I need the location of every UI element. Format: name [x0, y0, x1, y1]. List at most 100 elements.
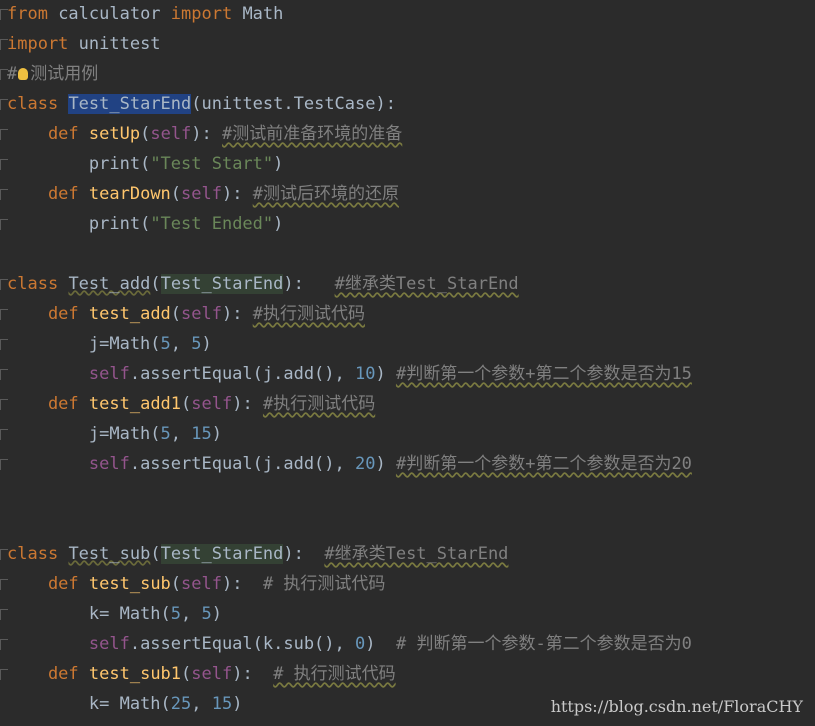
- code-token: ): [201, 334, 212, 354]
- code-token: (: [160, 604, 171, 624]
- code-line[interactable]: [0, 480, 815, 510]
- code-token: ,: [191, 694, 212, 714]
- code-line[interactable]: class Test_add(Test_StarEnd): #继承类Test_S…: [0, 270, 815, 300]
- code-token: self: [7, 634, 130, 654]
- code-text: print("Test Start"): [7, 150, 284, 178]
- code-line[interactable]: self.assertEqual(k.sub(), 0) # 判断第一个参数-第…: [0, 630, 815, 660]
- code-token: 5: [201, 604, 212, 624]
- code-token: self: [181, 184, 222, 204]
- code-token: ):: [232, 394, 263, 414]
- code-token: #继承类Test_StarEnd: [324, 544, 509, 564]
- code-token: #继承类Test_StarEnd: [334, 274, 519, 294]
- code-text: self.assertEqual(j.add(), 10) #判断第一个参数+第…: [7, 360, 692, 388]
- code-token: self: [7, 364, 130, 384]
- code-token: # 执行测试代码: [262, 574, 386, 594]
- code-token: from: [7, 4, 48, 24]
- lightbulb-icon[interactable]: [18, 68, 29, 80]
- code-text: def test_sub1(self): # 执行测试代码: [7, 660, 396, 688]
- code-token: ): [211, 604, 223, 624]
- code-token: def: [7, 124, 79, 144]
- code-token: ): [273, 214, 284, 234]
- code-token: self: [181, 574, 222, 594]
- code-token: test_add1: [88, 394, 182, 414]
- code-line[interactable]: print("Test Ended"): [0, 210, 815, 240]
- code-token: ,: [170, 334, 192, 354]
- code-token: .assertEqual(j.add(),: [129, 364, 355, 384]
- code-line[interactable]: j=Math(5, 5): [0, 330, 815, 360]
- code-line[interactable]: def setUp(self): #测试前准备环境的准备: [0, 120, 815, 150]
- code-text: self.assertEqual(k.sub(), 0) # 判断第一个参数-第…: [7, 630, 692, 658]
- code-line[interactable]: self.assertEqual(j.add(), 20) #判断第一个参数+第…: [0, 450, 815, 480]
- code-text: j=Math(5, 5): [7, 330, 212, 358]
- code-token: ): [365, 634, 396, 654]
- code-token: ):: [222, 304, 253, 324]
- code-line[interactable]: def test_sub1(self): # 执行测试代码: [0, 660, 815, 690]
- code-token: .assertEqual(j.add(),: [129, 454, 355, 474]
- code-text: class Test_sub(Test_StarEnd): #继承类Test_S…: [7, 540, 508, 568]
- code-token: Test_add: [68, 274, 151, 294]
- code-token: (: [150, 274, 161, 294]
- code-line[interactable]: def tearDown(self): #测试后环境的还原: [0, 180, 815, 210]
- code-token: k= Math: [7, 604, 161, 624]
- code-token: (: [140, 124, 151, 144]
- code-line[interactable]: def test_add(self): #执行测试代码: [0, 300, 815, 330]
- code-token: test_sub1: [88, 664, 182, 684]
- code-token: (: [170, 184, 182, 204]
- code-line[interactable]: self.assertEqual(j.add(), 10) #判断第一个参数+第…: [0, 360, 815, 390]
- code-token: (: [150, 334, 161, 354]
- watermark: https://blog.csdn.net/FloraCHY: [550, 697, 803, 716]
- code-line[interactable]: k= Math(5, 5): [0, 600, 815, 630]
- code-token: ):: [232, 664, 274, 684]
- code-token: j=Math: [7, 424, 151, 444]
- code-line[interactable]: # 测试用例: [0, 60, 815, 90]
- code-token: self: [191, 394, 233, 414]
- code-token: (unittest.TestCase):: [191, 94, 396, 114]
- code-line[interactable]: import unittest: [0, 30, 815, 60]
- code-token: ): [211, 424, 223, 444]
- code-token: def: [7, 664, 79, 684]
- code-token: (: [170, 304, 182, 324]
- code-token: unittest: [68, 34, 161, 54]
- code-text: # 测试用例: [7, 60, 98, 88]
- code-line[interactable]: def test_sub(self): # 执行测试代码: [0, 570, 815, 600]
- code-token: self: [150, 124, 192, 144]
- code-token: test_sub: [88, 574, 171, 594]
- code-token: Test_StarEnd: [160, 274, 284, 294]
- code-line[interactable]: class Test_sub(Test_StarEnd): #继承类Test_S…: [0, 540, 815, 570]
- code-token: # 判断第一个参数-第二个参数是否为0: [395, 634, 692, 654]
- code-token: def: [7, 184, 79, 204]
- code-token: setUp: [88, 124, 141, 144]
- code-line[interactable]: print("Test Start"): [0, 150, 815, 180]
- code-token: k= Math: [7, 694, 161, 714]
- code-token: ): [375, 454, 396, 474]
- code-token: 20: [355, 454, 376, 474]
- code-token: 25: [170, 694, 192, 714]
- code-line[interactable]: from calculator import Math: [0, 0, 815, 30]
- code-token: self: [7, 454, 130, 474]
- code-line[interactable]: class Test_StarEnd(unittest.TestCase):: [0, 90, 815, 120]
- code-token: print: [7, 214, 141, 234]
- code-token: ): [273, 154, 284, 174]
- code-token: ): [232, 694, 243, 714]
- code-token: j=Math: [7, 334, 151, 354]
- code-text: j=Math(5, 15): [7, 420, 222, 448]
- code-text: import unittest: [7, 30, 161, 58]
- code-line[interactable]: [0, 240, 815, 270]
- code-line[interactable]: [0, 510, 815, 540]
- code-token: Test_sub: [68, 544, 151, 564]
- code-editor[interactable]: from calculator import Math import unitte…: [0, 0, 815, 726]
- code-line[interactable]: j=Math(5, 15): [0, 420, 815, 450]
- code-token: (: [140, 154, 151, 174]
- code-line[interactable]: def test_add1(self): #执行测试代码: [0, 390, 815, 420]
- code-token: (: [181, 394, 192, 414]
- code-text: class Test_add(Test_StarEnd): #继承类Test_S…: [7, 270, 519, 298]
- code-token: class: [7, 544, 59, 564]
- code-token: print: [7, 154, 141, 174]
- code-token: "Test Start": [150, 154, 274, 174]
- code-token: ,: [181, 604, 202, 624]
- code-token: 5: [160, 334, 171, 354]
- code-text: def setUp(self): #测试前准备环境的准备: [7, 120, 402, 148]
